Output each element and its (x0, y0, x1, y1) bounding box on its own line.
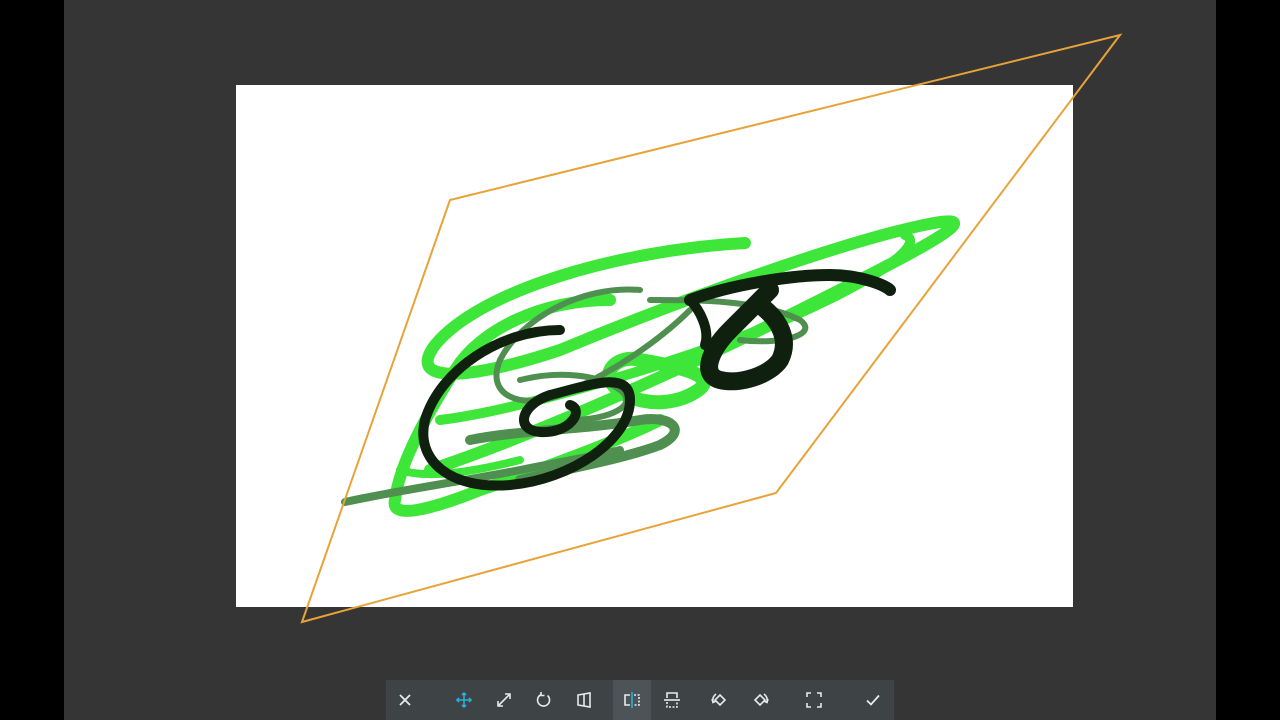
move-button[interactable] (445, 680, 483, 720)
rotate-right-icon (753, 693, 769, 707)
green-scribble (388, 215, 960, 517)
perspective-button[interactable] (565, 680, 603, 720)
flip-vertical-icon (664, 692, 680, 708)
close-icon (399, 694, 411, 706)
flip-horizontal-icon (624, 692, 640, 708)
flip-horizontal-button[interactable] (613, 680, 651, 720)
transform-toolbar (386, 680, 894, 720)
fit-screen-button[interactable] (795, 680, 833, 720)
rotate-right-button[interactable] (741, 680, 779, 720)
perspective-icon (577, 692, 591, 708)
artwork (341, 215, 960, 517)
scale-icon (497, 693, 511, 707)
rotate-left-button[interactable] (701, 680, 739, 720)
drawing-canvas[interactable] (236, 85, 1073, 607)
fit-screen-icon (806, 692, 822, 708)
rotate-icon (536, 692, 551, 707)
close-button[interactable] (386, 680, 424, 720)
rotate-left-icon (711, 693, 727, 707)
check-icon (866, 694, 880, 706)
flip-vertical-button[interactable] (653, 680, 691, 720)
confirm-button[interactable] (854, 680, 892, 720)
scale-button[interactable] (485, 680, 523, 720)
move-icon (455, 691, 473, 709)
rotate-button[interactable] (525, 680, 563, 720)
